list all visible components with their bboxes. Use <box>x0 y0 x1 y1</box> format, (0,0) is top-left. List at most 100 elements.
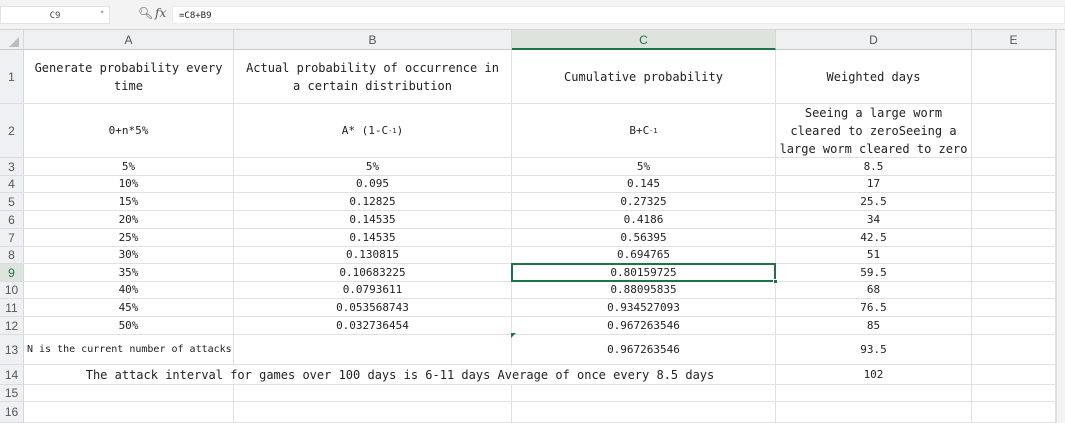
cell-a8[interactable]: 30% <box>24 247 234 264</box>
cell-b12[interactable]: 0.032736454 <box>234 317 512 335</box>
cell-e9[interactable] <box>972 264 1056 282</box>
row-header-12[interactable]: 12 <box>0 317 24 335</box>
cell-d3[interactable]: 8.5 <box>776 158 972 176</box>
name-box[interactable]: C9 <box>0 6 110 24</box>
cell-a16[interactable] <box>24 402 234 423</box>
cell-a13[interactable]: N is the current number of attacks <box>24 335 234 365</box>
cell-e3[interactable] <box>972 158 1056 176</box>
cell-c7[interactable]: 0.56395 <box>512 229 776 247</box>
cell-c13[interactable]: 0.967263546 <box>512 335 776 365</box>
cell-e2[interactable] <box>972 104 1056 158</box>
cell-e5[interactable] <box>972 193 1056 211</box>
cell-d15[interactable] <box>776 385 972 402</box>
cell-c16[interactable] <box>512 402 776 423</box>
cell-b4[interactable]: 0.095 <box>234 176 512 193</box>
column-header-a[interactable]: A <box>24 30 234 50</box>
cell-e15[interactable] <box>972 385 1056 402</box>
cell-d10[interactable]: 68 <box>776 282 972 299</box>
cell-d7[interactable]: 42.5 <box>776 229 972 247</box>
row-header-3[interactable]: 3 <box>0 158 24 176</box>
cell-e10[interactable] <box>972 282 1056 299</box>
cell-b8[interactable]: 0.130815 <box>234 247 512 264</box>
cell-b15[interactable] <box>234 385 512 402</box>
cell-b5[interactable]: 0.12825 <box>234 193 512 211</box>
cell-c5[interactable]: 0.27325 <box>512 193 776 211</box>
row-header-4[interactable]: 4 <box>0 176 24 193</box>
cell-d1[interactable]: Weighted days <box>776 50 972 104</box>
fill-handle[interactable] <box>773 279 778 284</box>
row-header-13[interactable]: 13 <box>0 335 24 365</box>
cell-c8[interactable]: 0.694765 <box>512 247 776 264</box>
fx-icon[interactable]: fx <box>155 6 166 20</box>
cell-e6[interactable] <box>972 211 1056 229</box>
column-header-c[interactable]: C <box>512 30 776 50</box>
row-header-2[interactable]: 2 <box>0 104 24 158</box>
cell-d8[interactable]: 51 <box>776 247 972 264</box>
cell-e12[interactable] <box>972 317 1056 335</box>
active-cell-outline[interactable] <box>511 263 776 282</box>
zoom-lookup-icon[interactable]: 🔍︎ <box>138 6 153 20</box>
row-header-11[interactable]: 11 <box>0 299 24 317</box>
row-header-6[interactable]: 6 <box>0 211 24 229</box>
row-header-14[interactable]: 14 <box>0 365 24 385</box>
cell-d12[interactable]: 85 <box>776 317 972 335</box>
row-header-1[interactable]: 1 <box>0 50 24 104</box>
row-header-5[interactable]: 5 <box>0 193 24 211</box>
cell-c3[interactable]: 5% <box>512 158 776 176</box>
chevron-down-icon[interactable]: ▾ <box>100 8 104 16</box>
cell-c2[interactable]: B+C -1 <box>512 104 776 158</box>
cell-d13[interactable]: 93.5 <box>776 335 972 365</box>
column-header-d[interactable]: D <box>776 30 972 50</box>
cell-e1[interactable] <box>972 50 1056 104</box>
cell-c15[interactable] <box>512 385 776 402</box>
cell-e16[interactable] <box>972 402 1056 423</box>
row-header-7[interactable]: 7 <box>0 229 24 247</box>
cell-a6[interactable]: 20% <box>24 211 234 229</box>
cell-e13[interactable] <box>972 335 1056 365</box>
formula-input[interactable]: =C8+B9 <box>172 6 1065 24</box>
cell-a2[interactable]: 0+n*5% <box>24 104 234 158</box>
cell-a9[interactable]: 35% <box>24 264 234 282</box>
cell-b1[interactable]: Actual probability of occurrence in a ce… <box>234 50 512 104</box>
cell-c12[interactable]: 0.967263546 <box>512 317 776 335</box>
cell-a15[interactable] <box>24 385 234 402</box>
column-header-b[interactable]: B <box>234 30 512 50</box>
cell-b16[interactable] <box>234 402 512 423</box>
cell-a1[interactable]: Generate probability every time <box>24 50 234 104</box>
column-header-e[interactable]: E <box>972 30 1056 50</box>
cell-e7[interactable] <box>972 229 1056 247</box>
cell-e4[interactable] <box>972 176 1056 193</box>
cell-a11[interactable]: 45% <box>24 299 234 317</box>
cell-b3[interactable]: 5% <box>234 158 512 176</box>
cell-a5[interactable]: 15% <box>24 193 234 211</box>
cell-e11[interactable] <box>972 299 1056 317</box>
row-header-15[interactable]: 15 <box>0 385 24 402</box>
cell-c10[interactable]: 0.88095835 <box>512 282 776 299</box>
cell-d5[interactable]: 25.5 <box>776 193 972 211</box>
cell-d16[interactable] <box>776 402 972 423</box>
row-header-16[interactable]: 16 <box>0 402 24 423</box>
cell-c11[interactable]: 0.934527093 <box>512 299 776 317</box>
cell-d6[interactable]: 34 <box>776 211 972 229</box>
cell-e8[interactable] <box>972 247 1056 264</box>
cell-a7[interactable]: 25% <box>24 229 234 247</box>
cell-a3[interactable]: 5% <box>24 158 234 176</box>
cell-c6[interactable]: 0.4186 <box>512 211 776 229</box>
cell-b2[interactable]: A* (1-C -1) <box>234 104 512 158</box>
cell-a4[interactable]: 10% <box>24 176 234 193</box>
cell-a10[interactable]: 40% <box>24 282 234 299</box>
row-header-9[interactable]: 9 <box>0 264 24 282</box>
cell-a12[interactable]: 50% <box>24 317 234 335</box>
row-header-8[interactable]: 8 <box>0 247 24 264</box>
cell-b10[interactable]: 0.0793611 <box>234 282 512 299</box>
cell-b6[interactable]: 0.14535 <box>234 211 512 229</box>
cell-b9[interactable]: 0.10683225 <box>234 264 512 282</box>
vertical-scrollbar[interactable] <box>1056 30 1065 423</box>
cell-b11[interactable]: 0.053568743 <box>234 299 512 317</box>
cell-d4[interactable]: 17 <box>776 176 972 193</box>
cell-d9[interactable]: 59.5 <box>776 264 972 282</box>
cell-b13[interactable] <box>234 335 512 365</box>
cell-e14[interactable] <box>972 365 1056 385</box>
cell-b7[interactable]: 0.14535 <box>234 229 512 247</box>
cell-d11[interactable]: 76.5 <box>776 299 972 317</box>
